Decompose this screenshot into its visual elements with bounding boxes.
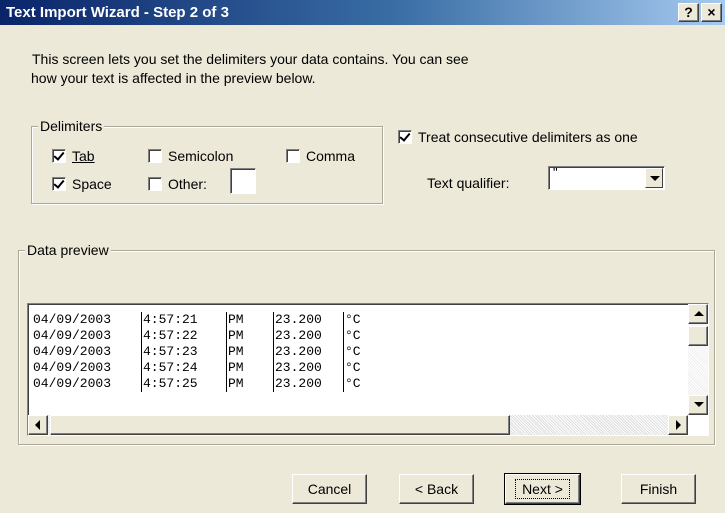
- title-bar: Text Import Wizard - Step 2 of 3 ? ×: [0, 0, 725, 25]
- comma-label: Comma: [306, 148, 356, 164]
- preview-cell: 4:57:22: [142, 328, 227, 344]
- scroll-left-button[interactable]: [28, 415, 48, 435]
- preview-cell: 4:57:24: [142, 360, 227, 376]
- consecutive-check-box[interactable]: [398, 130, 412, 144]
- preview-row: 04/09/2003 4:57:25 PM 23.200 °C: [32, 376, 384, 392]
- finish-label: Finish: [639, 481, 678, 497]
- preview-cell: 4:57:21: [142, 312, 227, 328]
- preview-cell: PM: [228, 312, 244, 327]
- back-button[interactable]: < Back: [399, 474, 474, 504]
- preview-table: 04/09/2003 4:57:21 PM 23.200 °C 04/09/2003 4:5…: [32, 312, 384, 392]
- down-arrow-icon: [694, 402, 704, 407]
- cancel-button[interactable]: Cancel: [292, 474, 367, 504]
- semicolon-checkbox[interactable]: Semicolon: [148, 147, 233, 165]
- qualifier-value: ": [553, 165, 558, 180]
- preview-row: 04/09/2003 4:57:21 PM 23.200 °C: [32, 312, 384, 328]
- preview-cell: °C: [345, 360, 361, 375]
- preview-cell: °C: [345, 328, 361, 343]
- next-label: Next >: [515, 479, 570, 499]
- other-delimiter-input[interactable]: [230, 168, 256, 194]
- preview-cell: 04/09/2003: [32, 344, 142, 360]
- preview-cell: 23.200: [273, 376, 344, 392]
- preview-cell: PM: [228, 376, 244, 391]
- finish-button[interactable]: Finish: [621, 474, 696, 504]
- data-preview-pane[interactable]: 04/09/2003 4:57:21 PM 23.200 °C 04/09/2003 4:5…: [27, 303, 709, 436]
- comma-check-box[interactable]: [286, 149, 300, 163]
- data-preview-legend: Data preview: [25, 242, 111, 258]
- tab-label: Tab: [72, 148, 95, 164]
- preview-cell: 23.200: [273, 312, 344, 328]
- qualifier-label: Text qualifier:: [427, 175, 510, 191]
- text-qualifier-select[interactable]: ": [548, 165, 665, 190]
- preview-cell: 4:57:25: [142, 376, 227, 392]
- horizontal-scroll-thumb[interactable]: [50, 415, 510, 435]
- back-label: < Back: [414, 481, 459, 497]
- delimiters-legend: Delimiters: [38, 118, 105, 134]
- preview-cell: PM: [228, 360, 244, 375]
- preview-cell: °C: [345, 312, 361, 327]
- semicolon-label: Semicolon: [168, 148, 234, 164]
- preview-row: 04/09/2003 4:57:22 PM 23.200 °C: [32, 328, 384, 344]
- preview-cell: PM: [228, 328, 244, 343]
- other-label: Other:: [168, 176, 207, 192]
- horizontal-scrollbar[interactable]: [28, 415, 688, 435]
- window-title: Text Import Wizard - Step 2 of 3: [6, 4, 229, 21]
- intro-line-2: how your text is affected in the preview…: [31, 70, 316, 86]
- space-checkbox[interactable]: Space: [52, 175, 112, 193]
- preview-cell: 04/09/2003: [32, 376, 142, 392]
- preview-cell: 04/09/2003: [32, 328, 142, 344]
- tab-checkbox[interactable]: Tab: [52, 147, 95, 165]
- preview-cell: °C: [345, 376, 361, 391]
- preview-cell: 04/09/2003: [32, 312, 142, 328]
- next-button[interactable]: Next >: [504, 473, 581, 505]
- space-check-box[interactable]: [52, 177, 66, 191]
- left-arrow-icon: [35, 420, 40, 430]
- space-label: Space: [72, 176, 112, 192]
- preview-cell: 23.200: [273, 344, 344, 360]
- tab-check-box[interactable]: [52, 149, 66, 163]
- preview-cell: 4:57:23: [142, 344, 227, 360]
- preview-cell: 23.200: [273, 360, 344, 376]
- dropdown-arrow-icon[interactable]: [645, 168, 663, 188]
- close-button[interactable]: ×: [701, 3, 722, 22]
- vertical-scrollbar[interactable]: [688, 304, 708, 415]
- scroll-up-button[interactable]: [688, 304, 708, 324]
- consecutive-checkbox[interactable]: Treat consecutive delimiters as one: [398, 128, 638, 146]
- consecutive-label: Treat consecutive delimiters as one: [418, 129, 638, 145]
- scroll-down-button[interactable]: [688, 395, 708, 415]
- up-arrow-icon: [694, 311, 704, 316]
- other-check-box[interactable]: [148, 177, 162, 191]
- preview-cell: PM: [228, 344, 244, 359]
- comma-checkbox[interactable]: Comma: [286, 147, 355, 165]
- intro-text: This screen lets you set the delimiters …: [31, 50, 632, 88]
- semicolon-check-box[interactable]: [148, 149, 162, 163]
- cancel-label: Cancel: [307, 481, 352, 497]
- preview-cell: 04/09/2003: [32, 360, 142, 376]
- preview-row: 04/09/2003 4:57:24 PM 23.200 °C: [32, 360, 384, 376]
- right-arrow-icon: [676, 420, 681, 430]
- preview-cell: °C: [345, 344, 361, 359]
- scroll-right-button[interactable]: [668, 415, 688, 435]
- intro-line-1: This screen lets you set the delimiters …: [32, 51, 469, 67]
- other-checkbox[interactable]: Other:: [148, 175, 207, 193]
- help-button[interactable]: ?: [678, 3, 699, 22]
- preview-cell: 23.200: [273, 328, 344, 344]
- vertical-scroll-thumb[interactable]: [688, 326, 708, 346]
- preview-row: 04/09/2003 4:57:23 PM 23.200 °C: [32, 344, 384, 360]
